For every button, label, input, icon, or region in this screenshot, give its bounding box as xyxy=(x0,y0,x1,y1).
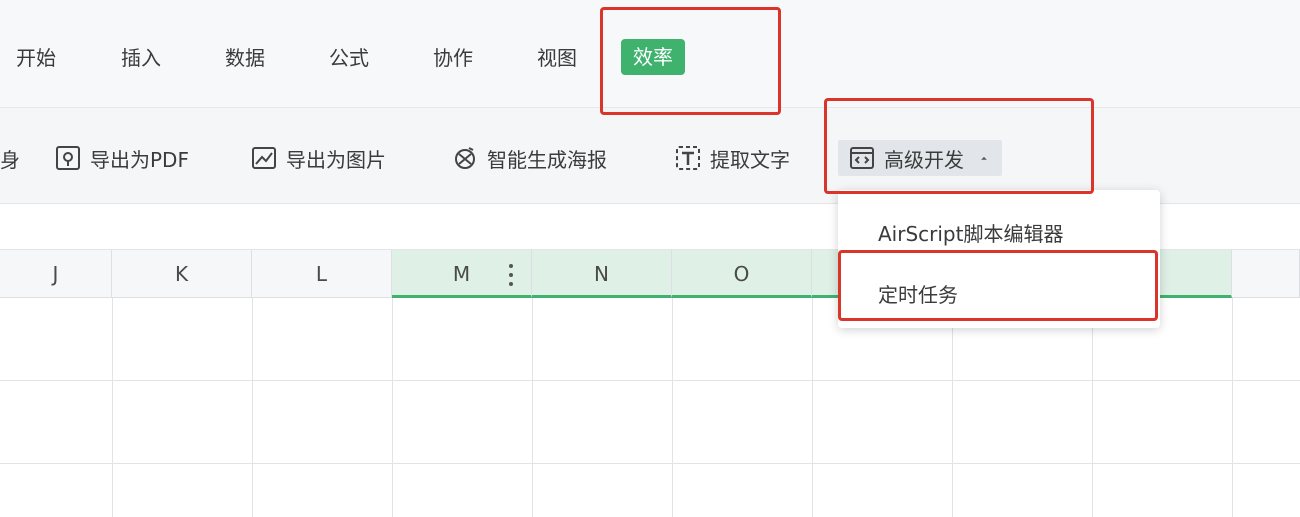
highlight-box xyxy=(838,250,1158,321)
smart-poster-label: 智能生成海报 xyxy=(487,147,607,172)
poster-icon xyxy=(455,147,475,169)
grid-line xyxy=(1232,298,1233,517)
highlight-box xyxy=(824,98,1094,194)
tab-insert[interactable]: 插入 xyxy=(121,44,161,72)
column-header-k[interactable]: K xyxy=(112,250,252,298)
column-header-j[interactable]: J xyxy=(0,250,112,298)
smart-poster-button[interactable]: 智能生成海报 xyxy=(451,140,607,176)
grid-line xyxy=(672,298,673,517)
extract-text-label: 提取文字 xyxy=(710,147,790,172)
grid-line xyxy=(812,298,813,517)
grid-line xyxy=(252,298,253,517)
export-pdf-label: 导出为PDF xyxy=(90,147,189,172)
tab-view[interactable]: 视图 xyxy=(537,44,577,72)
column-menu-icon[interactable] xyxy=(507,262,515,288)
grid-line xyxy=(0,380,1300,381)
tab-data[interactable]: 数据 xyxy=(225,44,265,72)
column-header-n[interactable]: N xyxy=(532,250,672,298)
grid-line xyxy=(952,298,953,517)
export-image-button[interactable]: 导出为图片 xyxy=(250,140,386,176)
grid-line xyxy=(1092,298,1093,517)
column-header-l[interactable]: L xyxy=(252,250,392,298)
export-pdf-button[interactable]: 导出为PDF xyxy=(54,140,189,176)
tab-formula[interactable]: 公式 xyxy=(329,44,369,72)
image-export-icon xyxy=(252,147,276,169)
grid-line xyxy=(0,463,1300,464)
grid-line xyxy=(532,298,533,517)
partial-tool-label: 身 xyxy=(0,147,20,172)
grid-line xyxy=(392,298,393,517)
airscript-editor-item[interactable]: AirScript脚本编辑器 xyxy=(878,218,1063,247)
tab-collaborate[interactable]: 协作 xyxy=(433,44,473,72)
highlight-box xyxy=(600,7,781,115)
pdf-icon xyxy=(56,146,80,170)
column-header-o[interactable]: O xyxy=(672,250,812,298)
extract-text-button[interactable]: 提取文字 xyxy=(674,140,790,176)
grid-line xyxy=(112,298,113,517)
tab-start[interactable]: 开始 xyxy=(16,44,56,72)
text-extract-icon xyxy=(676,146,700,170)
column-header-s[interactable]: S xyxy=(1232,250,1300,298)
export-image-label: 导出为图片 xyxy=(286,147,386,172)
partial-tool[interactable]: 身 xyxy=(0,140,20,176)
